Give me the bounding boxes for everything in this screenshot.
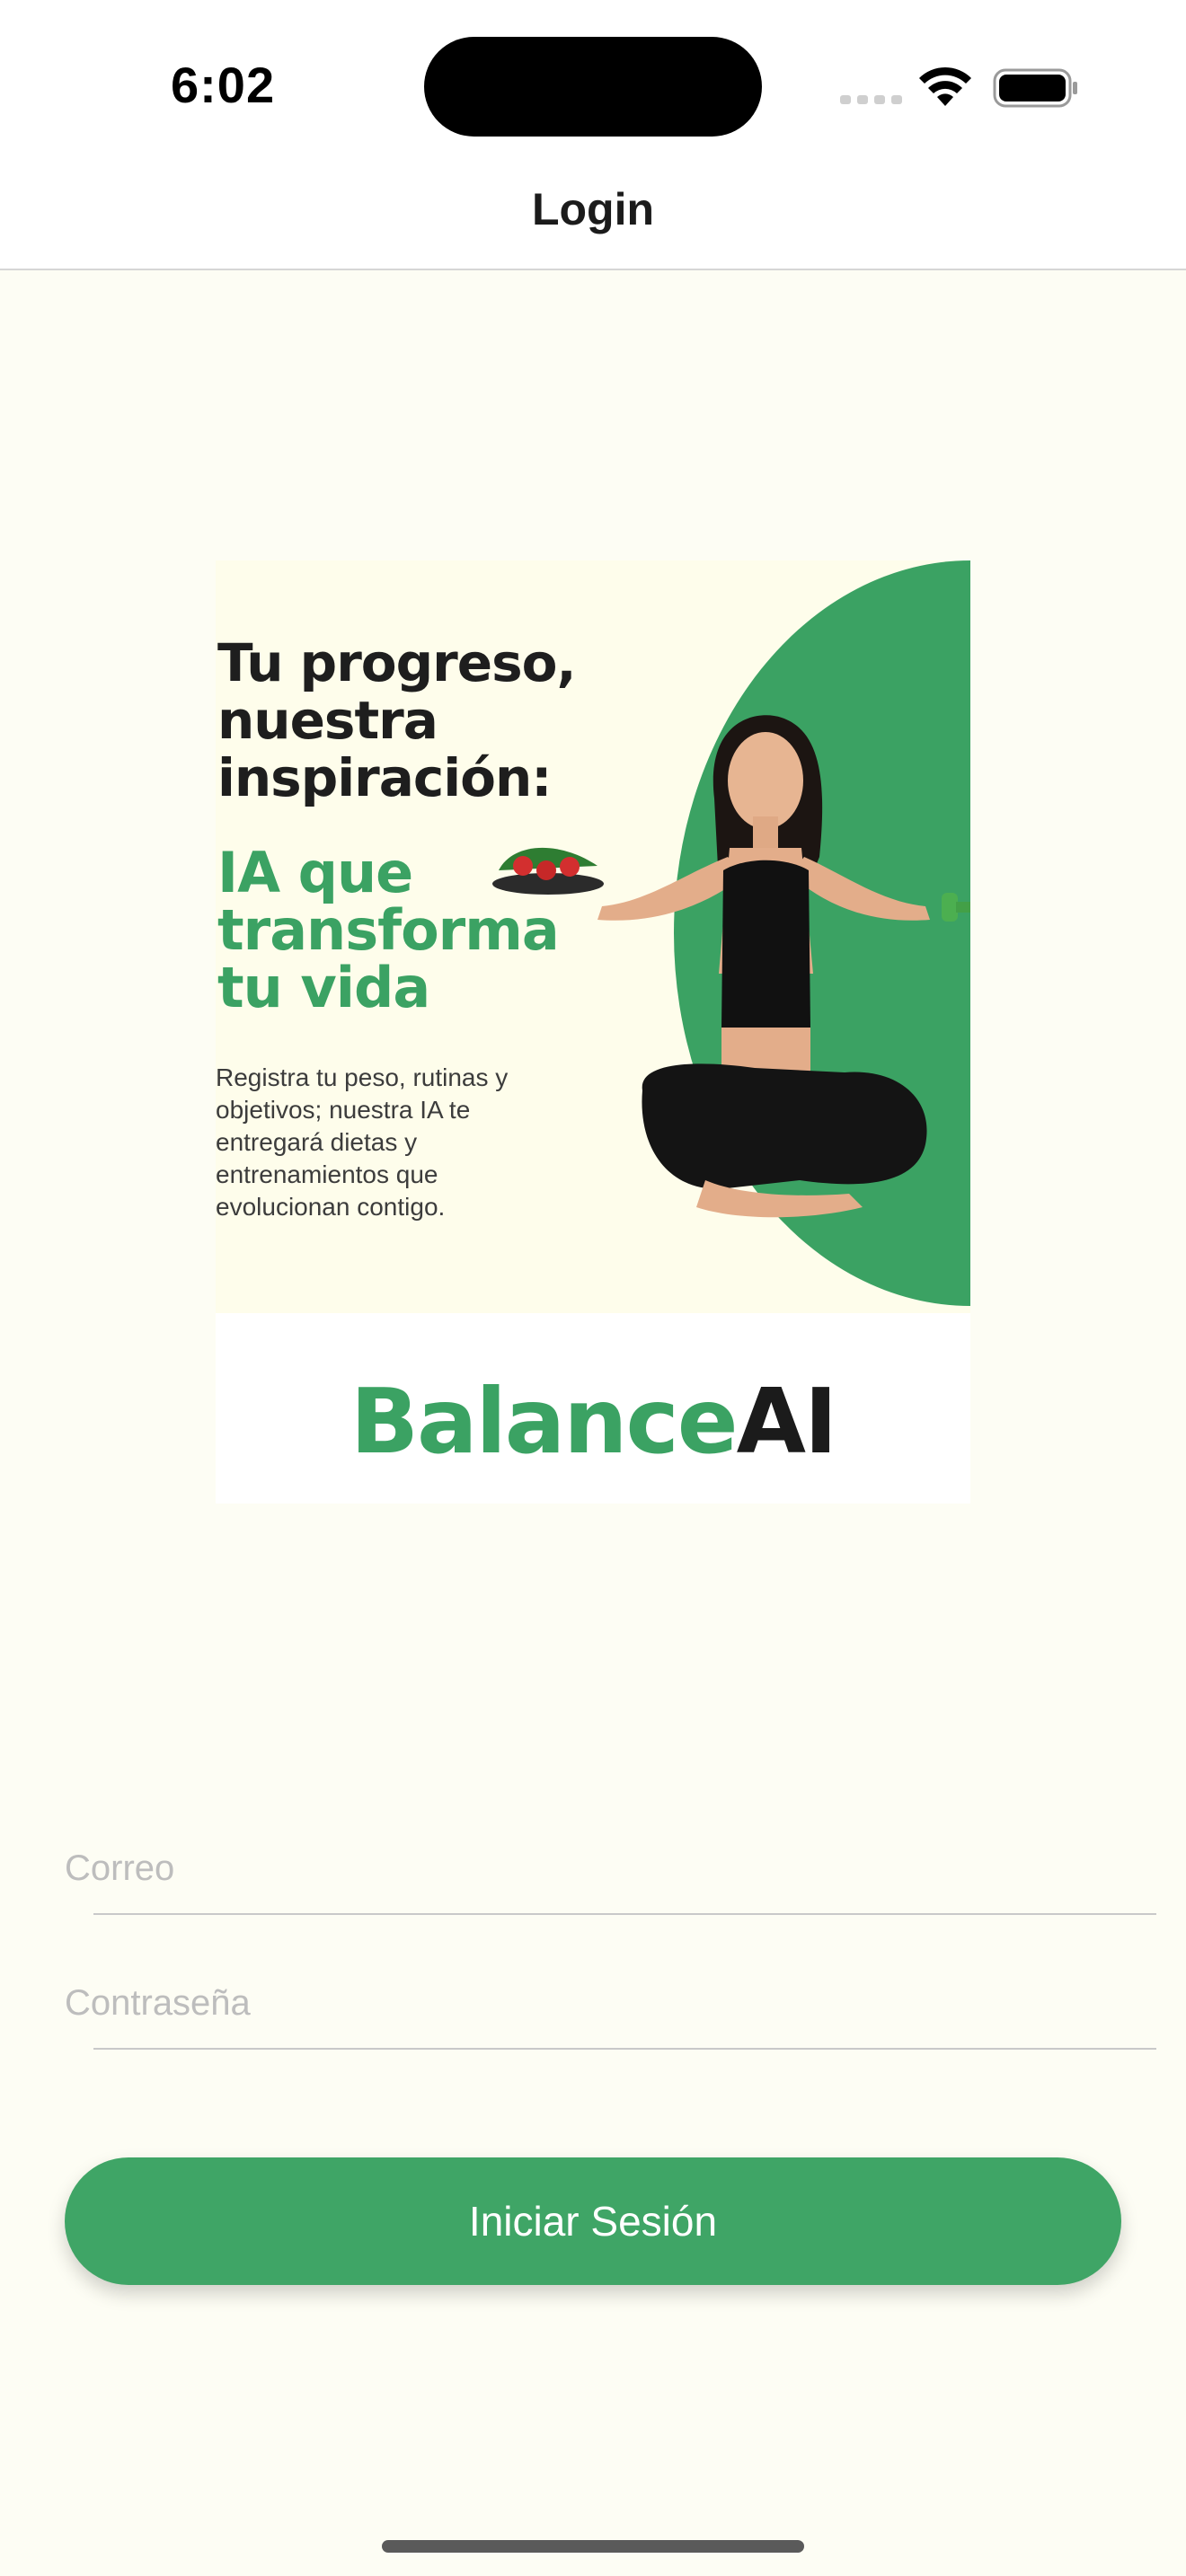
email-field-underline [93,1913,1156,1915]
brand-logo-part2: AI [736,1369,838,1474]
subheadline-line: transforma [217,897,560,963]
page-title: Login [531,184,655,234]
password-field[interactable] [65,1967,1089,2039]
headline-line: Tu progreso, [217,632,577,693]
password-field-underline [93,2048,1156,2050]
headline-line: inspiración: [217,747,552,808]
password-field-container [65,1967,1156,2050]
hero-description: Registra tu peso, rutinas y objetivos; n… [216,1062,539,1223]
battery-icon [993,68,1077,108]
email-field[interactable] [65,1832,1089,1904]
hero-illustration-area: Tu progreso, nuestra inspiración: IA que… [216,560,970,1313]
status-bar: 6:02 [0,0,1186,171]
hero-headline: Tu progreso, nuestra inspiración: [217,634,685,807]
home-indicator[interactable] [382,2540,804,2553]
subheadline-line: tu vida [217,955,430,1020]
brand-logo: BalanceAI [216,1369,970,1474]
hero-banner: Tu progreso, nuestra inspiración: IA que… [216,560,970,1504]
brand-logo-part1: Balance [350,1369,739,1474]
description-line: objetivos; nuestra IA te [216,1096,471,1124]
hero-subheadline: IA que transforma tu vida [217,844,649,1017]
description-line: entregará dietas y [216,1128,418,1156]
subheadline-line: IA que [217,840,413,905]
status-time: 6:02 [171,57,276,113]
login-button[interactable]: Iniciar Sesión [65,2157,1121,2285]
email-field-container [65,1832,1156,1915]
navigation-bar: Login [0,171,1186,270]
description-line: evolucionan contigo. [216,1193,446,1221]
dynamic-island [424,37,762,137]
cellular-signal-icon [840,95,902,104]
description-line: Registra tu peso, rutinas y [216,1063,509,1091]
wifi-icon [919,66,971,106]
headline-line: nuestra [217,690,438,751]
description-line: entrenamientos que [216,1160,438,1188]
